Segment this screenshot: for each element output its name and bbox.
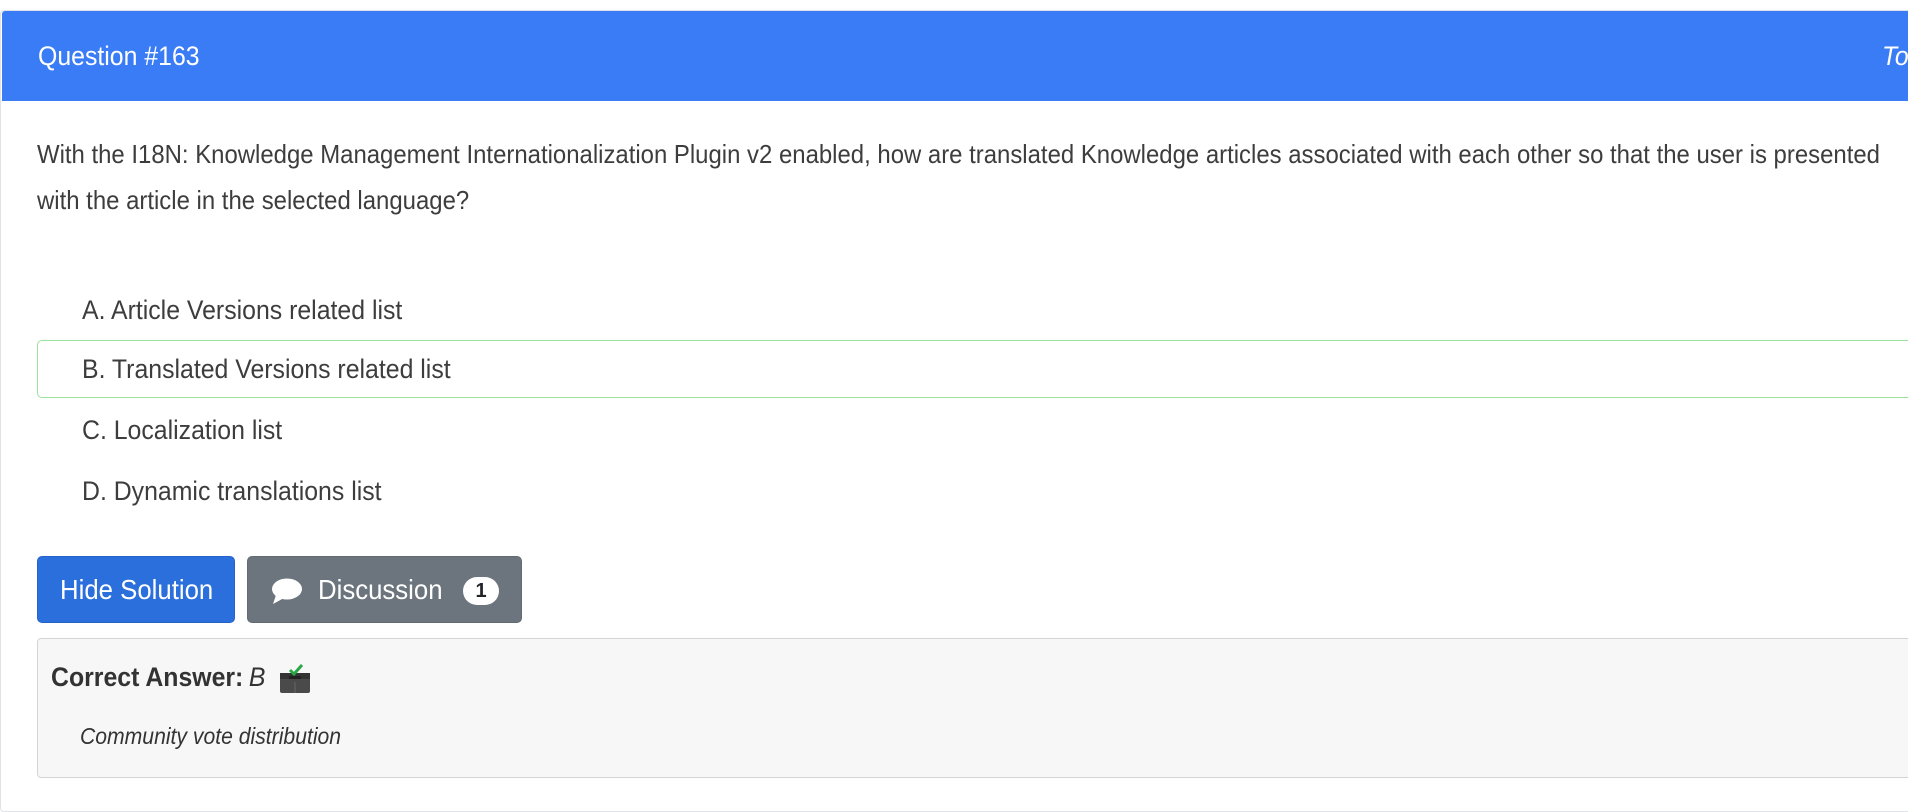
choice-d-label: D. Dynamic translations list	[82, 476, 382, 506]
choice-a[interactable]: A. Article Versions related list	[37, 281, 1908, 339]
choice-c-label: C. Localization list	[82, 415, 283, 445]
solution-panel: Correct Answer: B Community vote distribu…	[37, 638, 1908, 778]
hide-solution-label: Hide Solution	[60, 574, 214, 605]
hide-solution-button[interactable]: Hide Solution	[37, 556, 235, 623]
choice-d[interactable]: D. Dynamic translations list	[37, 462, 1908, 520]
question-header: Question #163 Topic 1	[2, 11, 1908, 101]
vote-box-icon[interactable]	[278, 664, 312, 694]
question-text: With the I18N: Knowledge Management Inte…	[37, 139, 1880, 215]
discussion-count-badge: 1	[463, 577, 499, 605]
question-title: Question #163	[38, 41, 200, 71]
correct-answer-label: Correct Answer:	[51, 662, 244, 692]
choice-a-label: A. Article Versions related list	[82, 295, 403, 325]
choice-b-label: B. Translated Versions related list	[82, 354, 451, 384]
topic-link[interactable]: Topic 1	[1882, 41, 1908, 72]
correct-answer-row: Correct Answer: B	[51, 662, 265, 693]
choice-c[interactable]: C. Localization list	[37, 401, 1908, 459]
discussion-label: Discussion	[318, 574, 443, 605]
discussion-button[interactable]: Discussion 1	[247, 556, 522, 623]
choice-b-correct[interactable]: B. Translated Versions related list	[37, 340, 1908, 398]
correct-answer-value: B	[248, 662, 266, 692]
comment-icon	[272, 578, 302, 604]
community-vote-distribution: Community vote distribution	[80, 723, 342, 749]
